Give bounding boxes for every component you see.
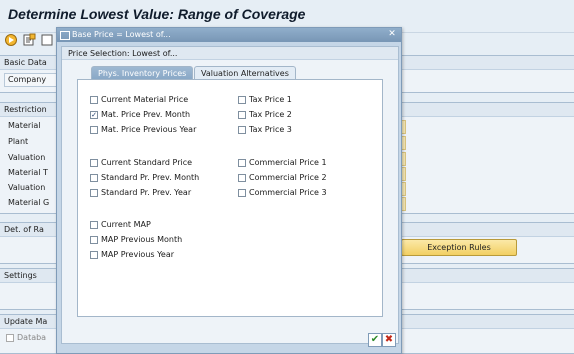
checkbox-label: Commercial Price 1: [249, 158, 327, 167]
checkbox-box[interactable]: [238, 189, 246, 197]
checkbox-label: Current Standard Price: [101, 158, 193, 167]
checkbox-current-material-price[interactable]: Current Material Price: [90, 95, 188, 105]
checkbox-label: Standard Pr. Prev. Year: [101, 188, 192, 197]
exception-rules-button[interactable]: Exception Rules: [401, 239, 517, 256]
checkbox-map-previous-month[interactable]: MAP Previous Month: [90, 235, 182, 245]
checkbox-mat-price-prev-month[interactable]: ✓ Mat. Price Prev. Month: [90, 110, 190, 120]
database-checkbox[interactable]: Databa: [6, 333, 46, 343]
checkbox-tax-price-2[interactable]: Tax Price 2: [238, 110, 292, 120]
base-price-dialog: Base Price = Lowest of... ✕ Price Select…: [56, 27, 402, 354]
checkbox-tax-price-1[interactable]: Tax Price 1: [238, 95, 292, 105]
checkbox-box[interactable]: [90, 251, 98, 259]
checkbox-label: Tax Price 1: [249, 95, 292, 104]
checkbox-commercial-price-3[interactable]: Commercial Price 3: [238, 188, 327, 198]
checkbox-label: Commercial Price 2: [249, 173, 327, 182]
restriction-row-label: Material: [8, 121, 41, 130]
restriction-row-label: Valuation: [8, 153, 46, 162]
checkbox-box[interactable]: [90, 159, 98, 167]
checkbox-commercial-price-1[interactable]: Commercial Price 1: [238, 158, 327, 168]
checkbox-box[interactable]: [238, 174, 246, 182]
dialog-title: Base Price = Lowest of...: [72, 30, 171, 39]
checkbox-label: Databa: [17, 333, 47, 342]
checkbox-standard-pr-prev-month[interactable]: Standard Pr. Prev. Month: [90, 173, 199, 183]
close-icon[interactable]: ✕: [386, 29, 398, 40]
checkbox-label: MAP Previous Year: [101, 250, 175, 259]
checkbox-current-map[interactable]: Current MAP: [90, 220, 151, 230]
restriction-row-label: Valuation: [8, 183, 46, 192]
checkbox-box[interactable]: [238, 126, 246, 134]
checkbox-box[interactable]: [6, 334, 14, 342]
checkbox-commercial-price-2[interactable]: Commercial Price 2: [238, 173, 327, 183]
checkbox-label: Commercial Price 3: [249, 188, 327, 197]
checkbox-box[interactable]: [238, 111, 246, 119]
checkbox-label: Tax Price 3: [249, 125, 292, 134]
checkbox-box[interactable]: [90, 126, 98, 134]
cancel-x-icon[interactable]: ✖: [382, 333, 396, 347]
company-label: Company: [8, 75, 47, 84]
save-variant-icon[interactable]: [22, 33, 36, 47]
checkbox-label: Current MAP: [101, 220, 151, 229]
tab-phys-inventory-prices[interactable]: Phys. Inventory Prices: [91, 66, 194, 80]
checkbox-box[interactable]: ✓: [90, 111, 98, 119]
tab-panel: Current Material Price ✓ Mat. Price Prev.…: [77, 79, 383, 317]
checkmark-icon[interactable]: ✔: [368, 333, 382, 347]
checkbox-standard-pr-prev-year[interactable]: Standard Pr. Prev. Year: [90, 188, 191, 198]
checkbox-label: Standard Pr. Prev. Month: [101, 173, 200, 182]
checkbox-label: MAP Previous Month: [101, 235, 183, 244]
execute-icon[interactable]: [4, 33, 18, 47]
checkbox-box[interactable]: [90, 221, 98, 229]
checkbox-mat-price-previous-year[interactable]: Mat. Price Previous Year: [90, 125, 196, 135]
checkbox-label: Mat. Price Previous Year: [101, 125, 197, 134]
tab-valuation-alternatives[interactable]: Valuation Alternatives: [194, 66, 296, 80]
page-title: Determine Lowest Value: Range of Coverag…: [8, 6, 306, 22]
dialog-body: Price Selection: Lowest of... Phys. Inve…: [61, 46, 399, 344]
checkbox-box[interactable]: [238, 96, 246, 104]
checkbox-box[interactable]: [90, 236, 98, 244]
checkbox-label: Tax Price 2: [249, 110, 292, 119]
checkbox-tax-price-3[interactable]: Tax Price 3: [238, 125, 292, 135]
checkbox-box[interactable]: [90, 189, 98, 197]
checkbox-box[interactable]: [238, 159, 246, 167]
dialog-title-bar[interactable]: Base Price = Lowest of... ✕: [57, 28, 401, 42]
restriction-row-label: Plant: [8, 137, 29, 146]
checkbox-current-standard-price[interactable]: Current Standard Price: [90, 158, 192, 168]
checkbox-box[interactable]: [90, 96, 98, 104]
checkbox-map-previous-year[interactable]: MAP Previous Year: [90, 250, 174, 260]
checkbox-label: Mat. Price Prev. Month: [101, 110, 191, 119]
window-icon: [60, 31, 70, 40]
checkbox-label: Current Material Price: [101, 95, 189, 104]
checkbox-box[interactable]: [90, 174, 98, 182]
variant-icon[interactable]: [40, 33, 54, 47]
restriction-row-label: Material G: [8, 198, 50, 207]
group-title: Price Selection: Lowest of...: [62, 47, 398, 60]
restriction-row-label: Material T: [8, 168, 48, 177]
